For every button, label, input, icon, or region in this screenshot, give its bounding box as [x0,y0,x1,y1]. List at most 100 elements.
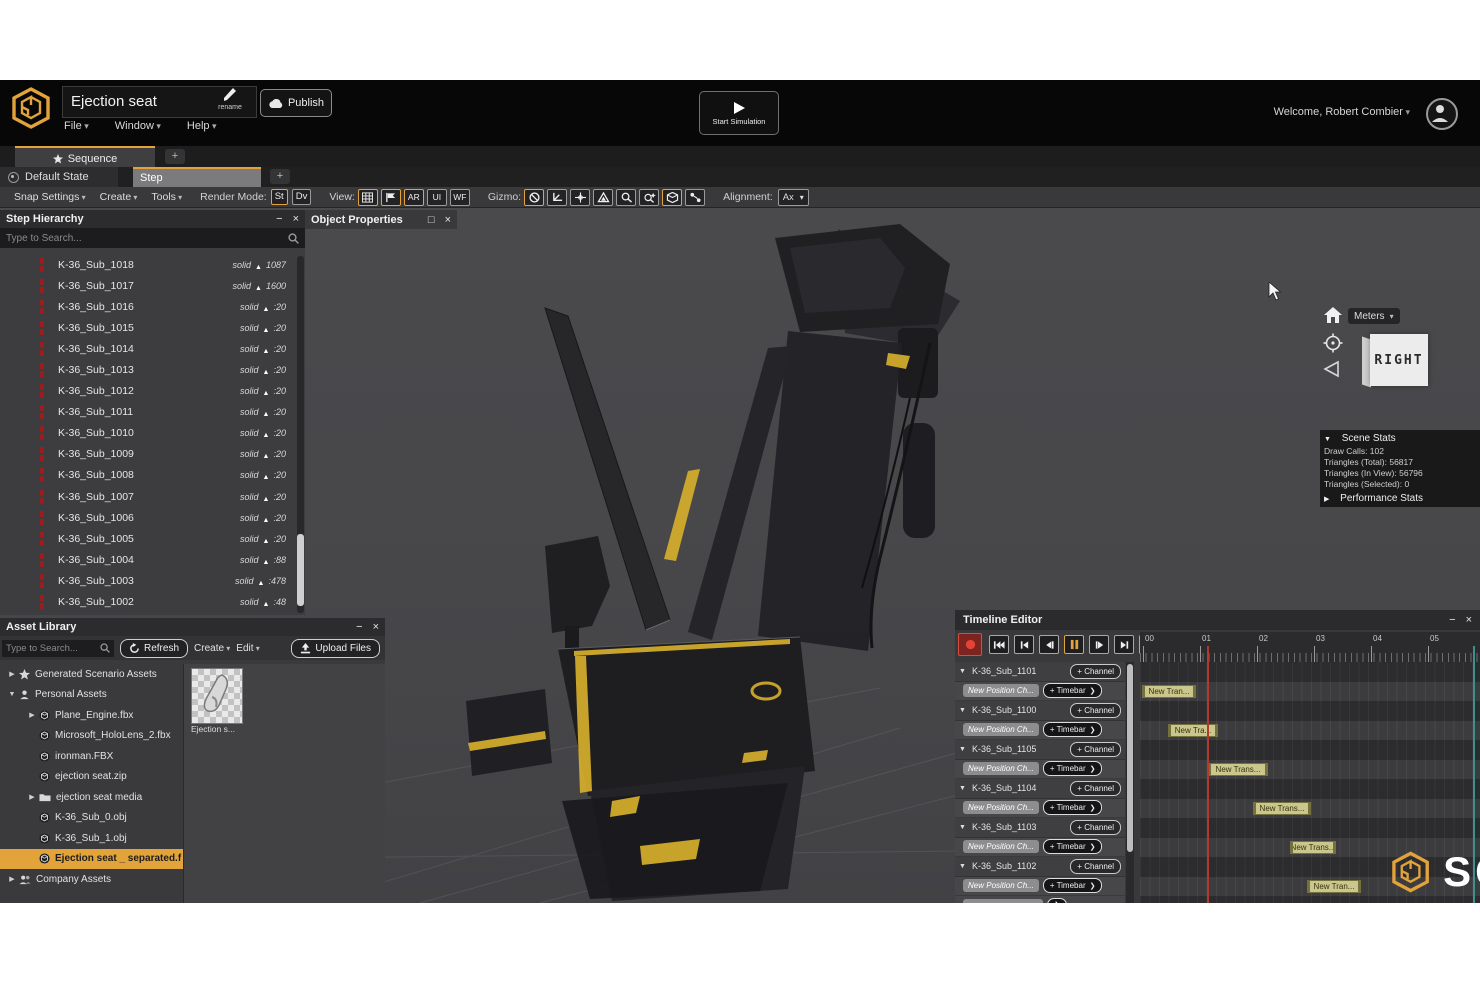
gizmo-cube-icon[interactable] [662,189,682,206]
timeline-ruler[interactable]: 000102030405 [1140,632,1480,662]
menu-help[interactable]: Help [187,120,217,132]
menu-window[interactable]: Window [115,120,161,132]
view-wf-button[interactable]: WF [450,189,470,206]
upload-files-button[interactable]: Upload Files [291,639,380,658]
hierarchy-row[interactable]: K-36_Sub_1018solid1087 [0,254,296,275]
next-keyframe-button[interactable] [1114,635,1134,654]
hierarchy-item-name[interactable]: K-36_Sub_1010 [58,427,134,439]
hierarchy-item-name[interactable]: K-36_Sub_1017 [58,280,134,292]
hierarchy-item-name[interactable]: K-36_Sub_1007 [58,491,134,503]
track-group-row[interactable]: ▼K-36_Sub_1100+ Channel [955,701,1125,721]
channel-name-pill[interactable]: New Position Ch... [963,801,1039,814]
hierarchy-row[interactable]: K-36_Sub_1016solid:20 [0,296,296,317]
hierarchy-row[interactable]: K-36_Sub_1005solid:20 [0,528,296,549]
channel-name-pill[interactable]: New Position Ch... [963,723,1039,736]
add-channel-button[interactable]: + Channel [1070,742,1121,757]
chevron-expanded-icon[interactable]: ▼ [959,785,966,792]
hierarchy-row[interactable]: K-36_Sub_1002solid:48 [0,592,296,613]
add-channel-button[interactable]: + Channel [1070,859,1121,874]
pause-button[interactable] [1064,635,1084,654]
hierarchy-row[interactable]: K-36_Sub_1017solid1600 [0,275,296,296]
menu-file[interactable]: File [64,120,89,132]
keyframe-timebar[interactable]: New Tran... [1307,880,1361,893]
alignment-dropdown[interactable]: Ax [778,189,809,206]
tree-item-company-assets[interactable]: ▶Company Assets [0,869,183,890]
chevron-collapsed-icon[interactable]: ▶ [26,711,38,719]
rename-button[interactable]: rename [212,85,248,111]
add-channel-button[interactable]: + Channel [1070,664,1121,679]
chevron-expanded-icon[interactable]: ▼ [959,746,966,753]
channel-name-pill[interactable]: New Position Ch... [963,762,1039,775]
add-timebar-button[interactable]: + Timebar [1043,683,1103,698]
asset-create-dropdown[interactable]: Create [194,643,230,654]
keyframe-timebar[interactable]: New Trans... [1208,763,1268,776]
chevron-expanded-icon[interactable]: ▼ [959,824,966,831]
gizmo-zoom-icon[interactable] [616,189,636,206]
track-group-row[interactable]: ▼K-36_Sub_1105+ Channel [955,740,1125,760]
hierarchy-item-name[interactable]: K-36_Sub_1018 [58,259,134,271]
track-group-row[interactable]: ▼K-36_Sub_1101+ Channel [955,662,1125,682]
scrollbar-thumb[interactable] [297,534,304,606]
keyframe-timebar[interactable]: New Tran... [1142,685,1196,698]
hierarchy-item-name[interactable]: K-36_Sub_1013 [58,364,134,376]
chevron-expanded-icon[interactable]: ▼ [959,863,966,870]
track-channel-row[interactable]: New Position Ch... + Timebar [955,838,1125,858]
focus-crosshair-icon[interactable] [1323,333,1343,353]
track-channel-row[interactable]: New Position Ch...+ Timebar [955,877,1125,897]
close-button[interactable]: × [1466,614,1472,626]
hierarchy-row[interactable]: K-36_Sub_1012solid:20 [0,381,296,402]
gizmo-fork-icon[interactable] [685,189,705,206]
tree-item-ejection-seat-zip[interactable]: ejection seat.zip [0,767,183,788]
record-button[interactable] [958,633,982,656]
tree-item-generated-scenario-assets[interactable]: ▶Generated Scenario Assets [0,664,183,685]
hierarchy-item-name[interactable]: K-36_Sub_1008 [58,469,134,481]
grid-view-icon[interactable] [358,189,378,206]
hierarchy-row[interactable]: K-36_Sub_1008solid:20 [0,465,296,486]
timeline-scrollbar[interactable] [1126,662,1134,903]
chevron-expanded-icon[interactable]: ▼ [6,691,18,698]
hierarchy-item-name[interactable]: K-36_Sub_1009 [58,448,134,460]
add-timebar-button[interactable]: + Timebar [1043,839,1103,854]
render-mode-dv-button[interactable]: Dv [292,189,312,205]
hierarchy-item-name[interactable]: K-36_Sub_1004 [58,554,134,566]
add-timebar-button[interactable]: + Timebar [1043,761,1103,776]
chevron-collapsed-icon[interactable]: ▶ [26,793,38,801]
step-forward-button[interactable] [1089,635,1109,654]
hierarchy-row[interactable]: K-36_Sub_1015solid:20 [0,317,296,338]
chevron-expanded-icon[interactable]: ▼ [959,707,966,714]
units-dropdown[interactable]: Meters [1348,308,1400,324]
tab-default-state[interactable]: Default State [0,167,118,187]
gizmo-scale-icon[interactable] [593,189,613,206]
minimize-button[interactable]: − [356,621,362,633]
tree-item-microsoft-hololens-2-fbx[interactable]: Microsoft_HoloLens_2.fbx [0,726,183,747]
tree-item-personal-assets[interactable]: ▼Personal Assets [0,685,183,706]
step-back-button[interactable] [1039,635,1059,654]
track-channel-row[interactable]: New Position Ch...+ Timebar [955,721,1125,741]
hierarchy-item-name[interactable]: K-36_Sub_1012 [58,385,134,397]
hierarchy-item-name[interactable]: K-36_Sub_1014 [58,343,134,355]
add-sequence-button[interactable]: + [165,149,185,164]
chevron-collapsed-icon[interactable]: ▶ [6,670,18,678]
flag-view-icon[interactable] [381,189,401,206]
hierarchy-row[interactable]: K-36_Sub_1004solid:88 [0,549,296,570]
tree-item-ironman-fbx[interactable]: ironman.FBX [0,746,183,767]
hierarchy-row[interactable]: K-36_Sub_1009solid:20 [0,444,296,465]
gizmo-zoom-star-icon[interactable] [639,189,659,206]
hierarchy-row[interactable]: K-36_Sub_1013solid:20 [0,359,296,380]
add-channel-button[interactable]: + Channel [1070,820,1121,835]
render-mode-st-button[interactable]: St [271,189,288,205]
keyframe-timebar[interactable]: New Trans... [1290,841,1336,854]
timeline-grid[interactable]: 000102030405 New Tran... New Tra... New Tr… [1140,632,1480,903]
tree-item-k-36-sub-1-obj[interactable]: K-36_Sub_1.obj [0,828,183,849]
hierarchy-row[interactable]: K-36_Sub_1010solid:20 [0,423,296,444]
hierarchy-item-name[interactable]: K-36_Sub_1016 [58,301,134,313]
minimize-button[interactable]: − [276,213,282,225]
channel-name-pill[interactable]: New Position Ch... [963,840,1039,853]
track-group-row[interactable]: ▼K-36_Sub_1104+ Channel [955,779,1125,799]
keyframe-timebar[interactable]: New Tra... [1168,724,1218,737]
tools-dropdown[interactable]: Tools [151,191,182,203]
track-group-row[interactable]: ▼K-36_Sub_1103+ Channel [955,818,1125,838]
welcome-user-dropdown[interactable]: Welcome, Robert Combier [1274,106,1410,118]
view-cube-front-face[interactable]: RIGHT [1370,334,1428,386]
close-button[interactable]: × [445,214,451,226]
